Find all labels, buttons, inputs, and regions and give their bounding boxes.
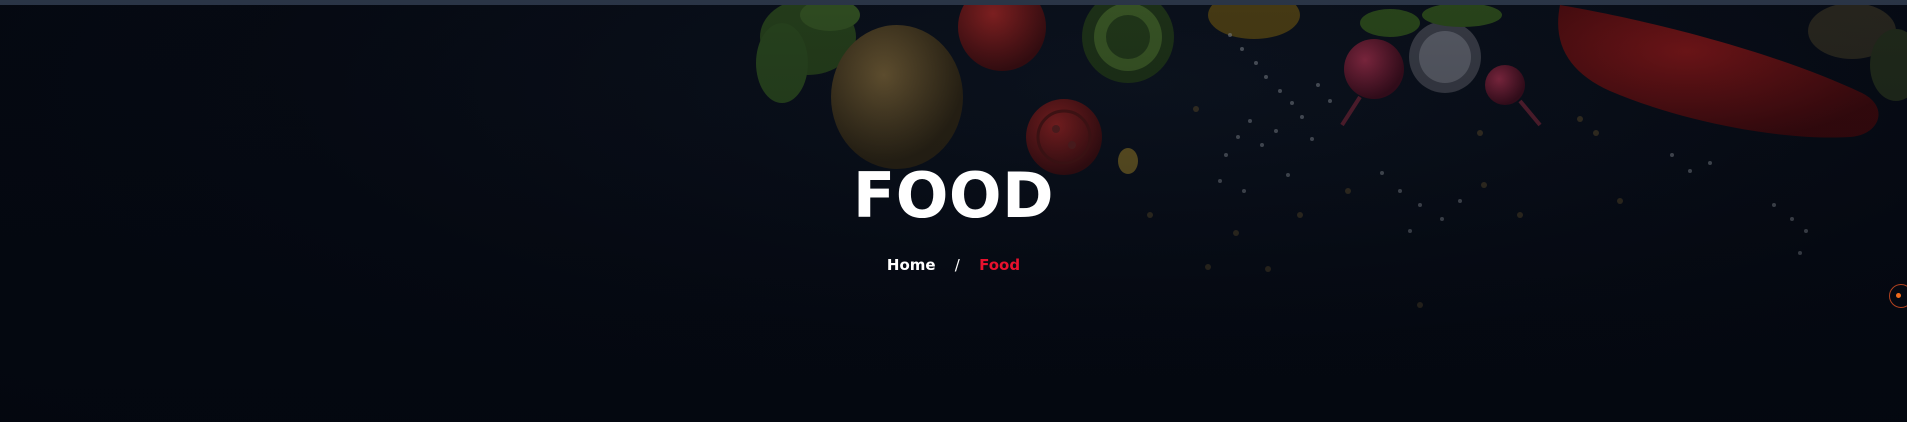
breadcrumb-separator: / bbox=[954, 256, 960, 274]
page-header-banner: FOOD Home / Food bbox=[0, 0, 1907, 422]
circle-dot-icon[interactable] bbox=[1889, 284, 1907, 308]
breadcrumb: Home / Food bbox=[0, 254, 1907, 276]
breadcrumb-current-page: Food bbox=[979, 256, 1021, 274]
breadcrumb-home-link[interactable]: Home bbox=[887, 256, 936, 274]
page-title: FOOD bbox=[852, 159, 1055, 232]
